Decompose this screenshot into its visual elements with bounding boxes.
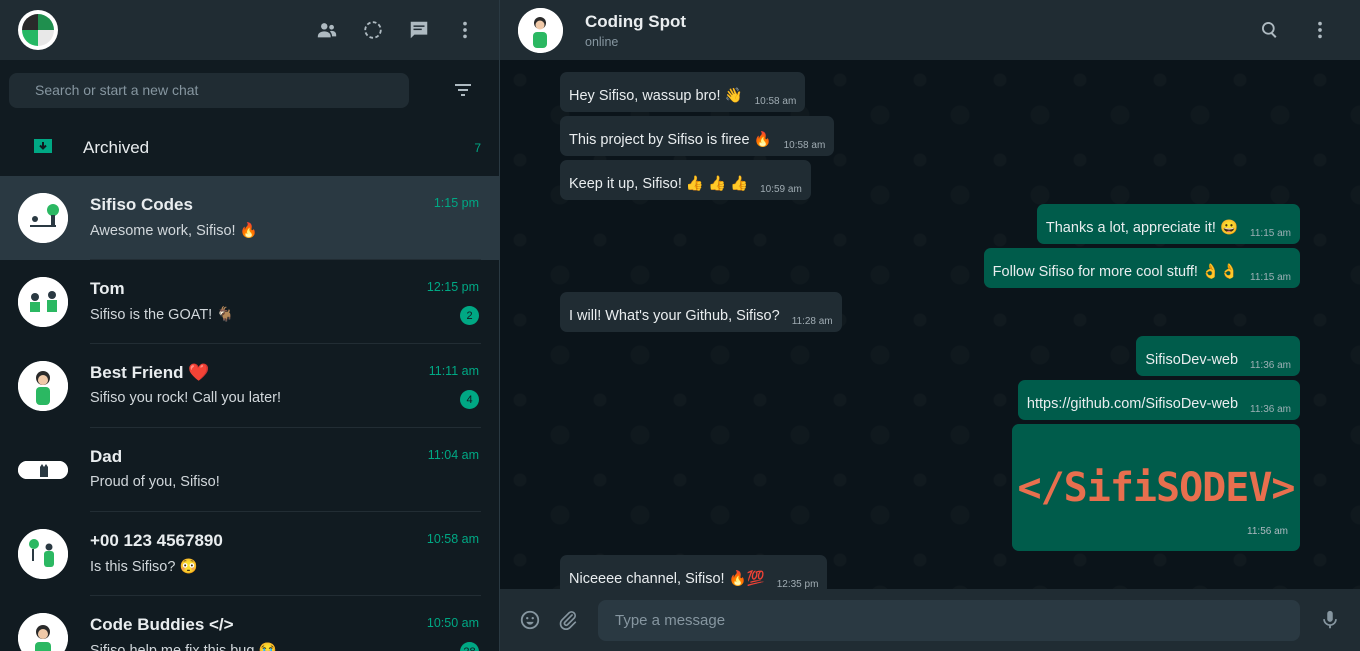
message-area[interactable]: Hey Sifiso, wassup bro! 👋 10:58 am This p… xyxy=(500,60,1360,589)
message-time: 11:28 am xyxy=(791,316,833,327)
message-time: 11:36 am xyxy=(1250,404,1291,415)
chat-last-message: Sifiso you rock! Call you later! xyxy=(90,390,281,406)
message-incoming: Niceeee channel, Sifiso! 🔥💯 12:35 pm xyxy=(560,555,1300,589)
search-icon[interactable] xyxy=(1258,18,1282,42)
message-input-box[interactable] xyxy=(598,599,1300,641)
message-time: 11:15 am xyxy=(1250,228,1291,239)
message-text: This project by Sifiso is firee 🔥 xyxy=(569,132,772,148)
message-time: 12:35 pm xyxy=(776,579,819,589)
message-incoming: This project by Sifiso is firee 🔥 10:58 a… xyxy=(560,116,1300,156)
profile-logo-icon xyxy=(20,12,56,48)
chat-name: +00 123 4567890 xyxy=(90,531,223,550)
chat-time: 12:15 pm xyxy=(426,280,479,294)
chat-avatar xyxy=(18,361,68,411)
unread-badge: 28 xyxy=(460,642,479,651)
chat-name: Sifiso Codes xyxy=(90,195,193,214)
new-chat-icon[interactable] xyxy=(407,18,431,42)
chat-name: Code Buddies </> xyxy=(90,615,234,634)
message-outgoing: SifisoDev-web 11:36 am xyxy=(560,336,1300,376)
message-time: 11:15 am xyxy=(1250,272,1291,283)
conversation-header[interactable]: Coding Spot online xyxy=(500,0,1360,60)
chat-item-best-friend[interactable]: Best Friend ❤️ Sifiso you rock! Call you… xyxy=(0,344,499,428)
conversation-pane: Coding Spot online Hey Sifiso, wassup br… xyxy=(500,0,1360,651)
chat-avatar xyxy=(18,193,68,243)
archive-icon xyxy=(33,136,53,161)
image-logo-text: </SifiSODEV> xyxy=(1017,464,1296,511)
message-time: 11:56 am xyxy=(1247,526,1288,537)
chat-time: 10:58 am xyxy=(426,532,479,546)
chat-avatar xyxy=(18,461,68,479)
message-text: Keep it up, Sifiso! 👍 👍 👍 xyxy=(569,176,749,192)
emoji-icon[interactable] xyxy=(518,608,542,632)
message-text: Niceeee channel, Sifiso! 🔥💯 xyxy=(569,571,765,587)
message-text: SifisoDev-web xyxy=(1145,352,1239,368)
message-text: Follow Sifiso for more cool stuff! 👌👌 xyxy=(992,264,1239,280)
chat-last-message: Sifiso help me fix this bug 😭 xyxy=(90,643,277,651)
image-message[interactable]: </SifiSODEV> 11:56 am xyxy=(1012,424,1300,551)
chat-last-message: Sifiso is the GOAT! 🐐 xyxy=(90,307,235,323)
menu-icon[interactable] xyxy=(453,18,477,42)
sidebar: Archived 7 Sifiso Codes Awesome work, Si… xyxy=(0,0,500,651)
conversation-avatar[interactable] xyxy=(518,7,563,53)
archived-label: Archived xyxy=(83,138,150,157)
chat-item-unknown-number[interactable]: +00 123 4567890 Is this Sifiso? 😳 10:58 … xyxy=(0,512,499,596)
archived-count: 7 xyxy=(474,141,481,155)
chat-last-message: Proud of you, Sifiso! xyxy=(90,474,220,490)
communities-icon[interactable] xyxy=(315,18,339,42)
message-outgoing: https://github.com/SifisoDev-web 11:36 am xyxy=(560,380,1300,420)
message-incoming: I will! What's your Github, Sifiso? 11:28… xyxy=(560,292,1300,332)
message-link[interactable]: https://github.com/SifisoDev-web xyxy=(1027,396,1238,412)
message-outgoing: Thanks a lot, appreciate it! 😀 11:15 am xyxy=(560,204,1300,244)
message-outgoing: Follow Sifiso for more cool stuff! 👌👌 11:… xyxy=(560,248,1300,288)
chat-item-code-buddies[interactable]: Code Buddies </> Sifiso help me fix this… xyxy=(0,596,499,651)
user-avatar[interactable] xyxy=(18,10,58,50)
conversation-menu-icon[interactable] xyxy=(1308,18,1332,42)
message-outgoing-image: </SifiSODEV> 11:56 am xyxy=(560,424,1300,551)
message-time: 11:36 am xyxy=(1250,360,1291,371)
message-time: 10:59 am xyxy=(760,184,802,195)
chat-item-tom[interactable]: Tom Sifiso is the GOAT! 🐐 12:15 pm 2 xyxy=(0,260,499,344)
chat-list: Sifiso Codes Awesome work, Sifiso! 🔥 1:1… xyxy=(0,176,499,651)
chat-name: Dad xyxy=(90,447,123,466)
chat-last-message: Awesome work, Sifiso! 🔥 xyxy=(90,223,258,239)
search-box[interactable] xyxy=(9,72,409,108)
microphone-icon[interactable] xyxy=(1318,608,1342,632)
chat-name: Best Friend ❤️ xyxy=(90,363,210,382)
unread-badge: 4 xyxy=(460,390,479,409)
message-time: 10:58 am xyxy=(783,140,826,151)
search-row xyxy=(0,60,499,120)
search-input[interactable] xyxy=(35,82,409,98)
message-incoming: Keep it up, Sifiso! 👍 👍 👍 10:59 am xyxy=(560,160,1300,200)
message-time: 10:58 am xyxy=(754,96,797,107)
chat-time: 11:11 am xyxy=(428,364,479,378)
whatsapp-app: Archived 7 Sifiso Codes Awesome work, Si… xyxy=(0,0,1360,651)
chat-time: 1:15 pm xyxy=(433,196,479,210)
composer xyxy=(500,589,1360,651)
chat-avatar xyxy=(18,529,68,579)
chat-last-message: Is this Sifiso? 😳 xyxy=(90,559,198,575)
chat-avatar xyxy=(18,277,68,327)
chat-item-sifiso-codes[interactable]: Sifiso Codes Awesome work, Sifiso! 🔥 1:1… xyxy=(0,176,499,260)
chat-avatar xyxy=(18,613,68,651)
message-incoming: Hey Sifiso, wassup bro! 👋 10:58 am xyxy=(560,72,1300,112)
sidebar-header xyxy=(0,0,499,60)
conversation-name: Coding Spot xyxy=(585,11,687,31)
message-input[interactable] xyxy=(615,611,1300,629)
chat-time: 11:04 am xyxy=(427,448,479,462)
chat-item-dad[interactable]: Dad Proud of you, Sifiso! 11:04 am xyxy=(0,428,499,512)
message-text: Hey Sifiso, wassup bro! 👋 xyxy=(569,88,743,104)
chat-name: Tom xyxy=(90,279,125,298)
message-text: Thanks a lot, appreciate it! 😀 xyxy=(1045,220,1239,236)
conversation-status: online xyxy=(585,34,619,49)
attach-icon[interactable] xyxy=(556,608,580,632)
chat-time: 10:50 am xyxy=(426,616,479,630)
message-text: I will! What's your Github, Sifiso? xyxy=(569,308,780,324)
archived-row[interactable]: Archived 7 xyxy=(0,120,499,176)
status-icon[interactable] xyxy=(361,18,385,42)
filter-icon[interactable] xyxy=(453,80,473,100)
unread-badge: 2 xyxy=(460,306,479,325)
